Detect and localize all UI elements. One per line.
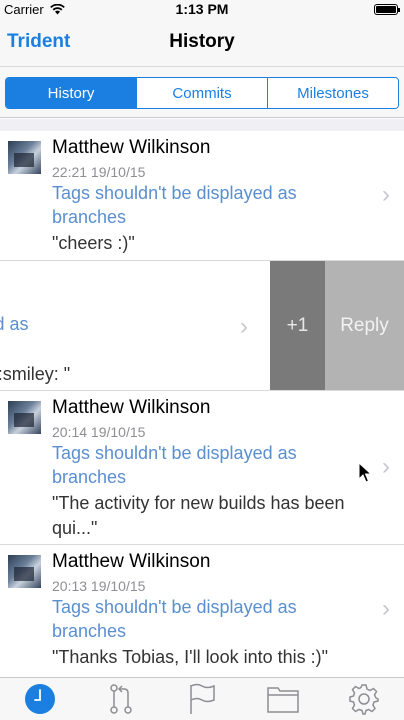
timestamp: 22:21 19/10/15 bbox=[52, 164, 146, 180]
segment-milestones[interactable]: Milestones bbox=[268, 78, 398, 108]
issue-title[interactable]: Tags shouldn't be displayed as branches bbox=[52, 181, 362, 229]
history-list: Matthew Wilkinson 22:21 19/10/15 Tags sh… bbox=[0, 131, 404, 677]
gear-icon bbox=[348, 684, 379, 715]
comment-line: qui..." bbox=[52, 518, 98, 538]
chevron-right-icon: › bbox=[240, 313, 248, 340]
comment-text: "cheers :)" bbox=[52, 233, 135, 253]
issue-title-line: Tags shouldn't be displayed as bbox=[52, 597, 297, 617]
swiped-content: scher 15 ldn't be displayed as ! Take yo… bbox=[0, 261, 270, 390]
avatar bbox=[8, 141, 41, 174]
section-gap bbox=[0, 119, 404, 131]
list-item[interactable]: Matthew Wilkinson 20:14 19/10/15 Tags sh… bbox=[0, 391, 404, 545]
nav-bar: Trident History bbox=[0, 20, 404, 66]
avatar bbox=[8, 555, 41, 588]
issue-title-line: ldn't be displayed as bbox=[0, 314, 29, 334]
plus-one-button[interactable]: +1 bbox=[270, 261, 325, 390]
issue-title-line: branches bbox=[52, 621, 127, 641]
timestamp: 20:14 19/10/15 bbox=[52, 424, 146, 440]
comment-line: "The activity for new builds has been bbox=[52, 493, 345, 513]
tab-pull-requests[interactable] bbox=[81, 678, 162, 720]
flag-icon bbox=[190, 683, 215, 714]
author-name: Matthew Wilkinson bbox=[52, 137, 211, 158]
chevron-right-icon: › bbox=[382, 453, 390, 480]
author-name: Matthew Wilkinson bbox=[52, 551, 211, 572]
clock-icon bbox=[25, 684, 56, 714]
author-name: Matthew Wilkinson bbox=[52, 397, 211, 418]
chevron-right-icon: › bbox=[382, 181, 390, 208]
list-item[interactable]: Matthew Wilkinson 22:21 19/10/15 Tags sh… bbox=[0, 131, 404, 261]
tab-settings[interactable] bbox=[323, 678, 404, 720]
chevron-right-icon: › bbox=[382, 595, 390, 622]
comment-text: ! Take your time :smiley: " bbox=[0, 364, 71, 384]
issue-title[interactable]: Tags shouldn't be displayed as branches bbox=[52, 441, 362, 489]
avatar bbox=[8, 401, 41, 434]
issue-title-line: Tags shouldn't be displayed as bbox=[52, 183, 297, 203]
segment-commits[interactable]: Commits bbox=[137, 78, 268, 108]
status-bar: Carrier 1:13 PM bbox=[0, 0, 404, 20]
issue-title[interactable]: Tags shouldn't be displayed as branches bbox=[52, 595, 362, 643]
tab-files[interactable] bbox=[242, 678, 323, 720]
status-time: 1:13 PM bbox=[175, 1, 229, 17]
issue-title-line: branches bbox=[52, 467, 127, 487]
timestamp: 20:13 19/10/15 bbox=[52, 578, 146, 594]
issue-title-line: Tags shouldn't be displayed as bbox=[52, 443, 297, 463]
folder-icon bbox=[267, 687, 299, 713]
tab-history[interactable] bbox=[0, 678, 81, 720]
mouse-cursor-icon bbox=[358, 462, 372, 483]
segment-history[interactable]: History bbox=[6, 78, 137, 108]
comment-text: "Thanks Tobias, I'll look into this :)" bbox=[52, 647, 329, 667]
issue-title-line: branches bbox=[52, 207, 127, 227]
page-title: History bbox=[169, 31, 235, 52]
tab-milestones[interactable] bbox=[162, 678, 243, 720]
list-item-swiped[interactable]: scher 15 ldn't be displayed as ! Take yo… bbox=[0, 261, 404, 391]
comment-text: "The activity for new builds has been qu… bbox=[52, 491, 372, 541]
segmented-control: History Commits Milestones bbox=[5, 77, 399, 109]
reply-button[interactable]: Reply bbox=[325, 261, 404, 390]
pull-request-icon bbox=[110, 684, 132, 714]
issue-title[interactable]: ldn't be displayed as bbox=[0, 312, 176, 336]
list-item[interactable]: Matthew Wilkinson 20:13 19/10/15 Tags sh… bbox=[0, 545, 404, 677]
battery-icon bbox=[374, 4, 400, 15]
segment-container: History Commits Milestones bbox=[0, 66, 404, 118]
tab-bar bbox=[0, 677, 404, 720]
